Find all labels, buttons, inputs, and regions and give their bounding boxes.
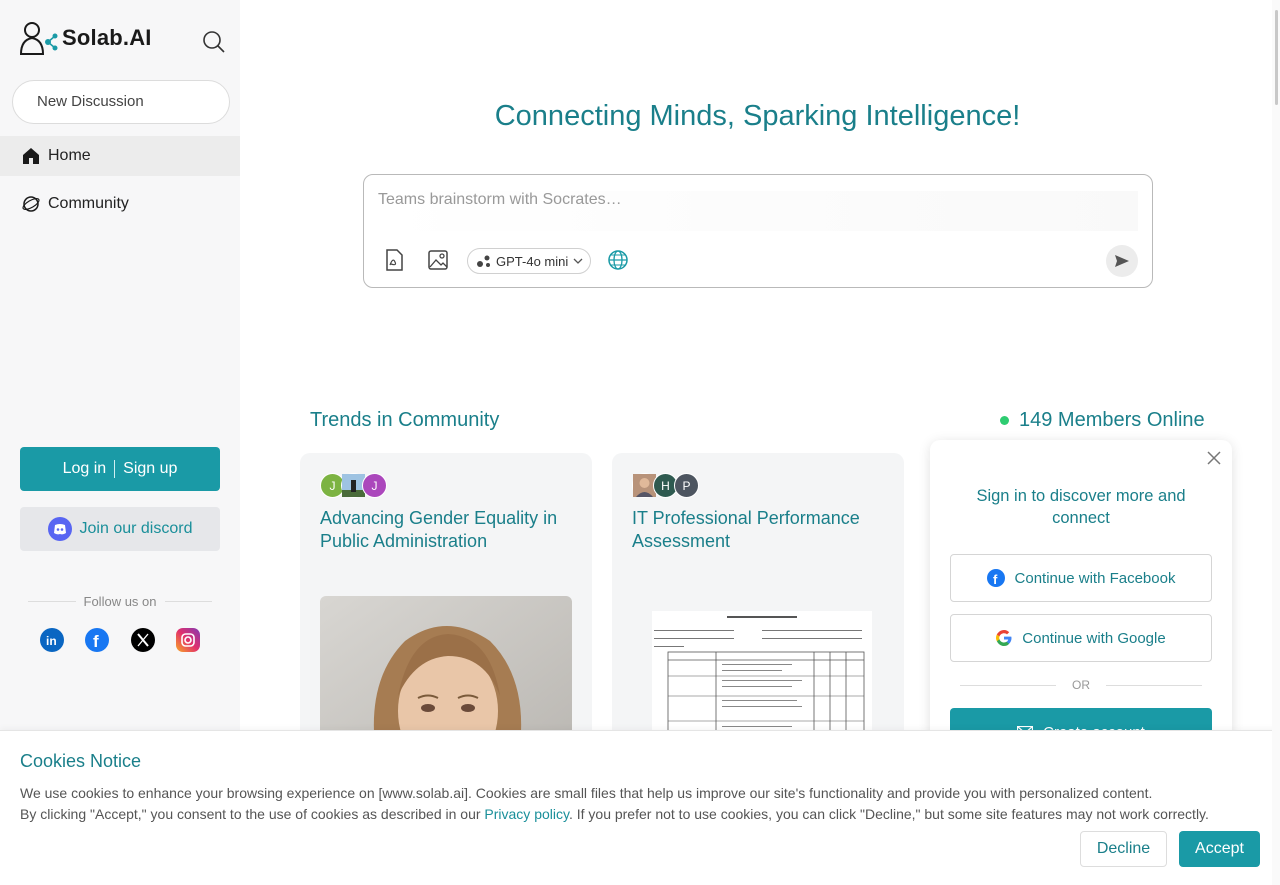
discord-button[interactable]: Join our discord xyxy=(20,507,220,551)
login-button[interactable]: Log in xyxy=(63,460,107,478)
send-icon xyxy=(1115,255,1129,267)
home-icon xyxy=(23,148,39,164)
decline-button[interactable]: Decline xyxy=(1080,831,1167,867)
facebook-icon: f xyxy=(986,569,1005,587)
online-dot xyxy=(1000,416,1009,425)
avatar: J xyxy=(362,473,387,498)
svg-text:f: f xyxy=(93,632,99,651)
model-icon xyxy=(477,255,490,267)
image-upload-icon[interactable] xyxy=(425,247,451,273)
prompt-box: Teams brainstorm with Socrates… GPT-4o m… xyxy=(363,174,1153,288)
or-divider: OR xyxy=(960,678,1202,692)
google-login-label: Continue with Google xyxy=(1022,629,1166,647)
new-discussion-button[interactable]: New Discussion xyxy=(12,80,230,124)
cookie-line-2-pre: By clicking "Accept," you consent to the… xyxy=(20,806,485,822)
model-label: GPT-4o mini xyxy=(496,253,569,269)
follow-label: Follow us on xyxy=(83,593,157,609)
cookie-line-2-post: . If you prefer not to use cookies, you … xyxy=(568,806,1209,822)
online-count: 149 Members Online xyxy=(1019,409,1205,431)
cookie-line-1: We use cookies to enhance your browsing … xyxy=(20,785,1153,801)
follow-us: Follow us on xyxy=(28,592,213,610)
sidebar-item-label: Home xyxy=(48,147,91,164)
web-search-icon[interactable] xyxy=(605,247,631,273)
scrollbar[interactable] xyxy=(1272,0,1280,885)
auth-button: Log in Sign up xyxy=(20,447,220,491)
card-title: Advancing Gender Equality in Public Admi… xyxy=(320,508,558,551)
sidebar-item-community[interactable]: Community xyxy=(0,184,240,224)
sidebar-item-home[interactable]: Home xyxy=(0,136,240,176)
logo[interactable]: Solab.AI xyxy=(18,18,230,58)
or-label: OR xyxy=(1072,678,1090,692)
popup-title: Sign in to discover more and connect xyxy=(976,487,1186,527)
signin-popup: Sign in to discover more and connect f C… xyxy=(930,440,1232,756)
send-button[interactable] xyxy=(1106,245,1138,277)
model-select[interactable]: GPT-4o mini xyxy=(467,248,591,274)
facebook-login-button[interactable]: f Continue with Facebook xyxy=(950,554,1212,602)
prompt-input[interactable]: Teams brainstorm with Socrates… xyxy=(378,191,1138,231)
social-links: in f xyxy=(40,628,200,652)
discord-label: Join our discord xyxy=(79,520,193,537)
svg-text:f: f xyxy=(993,572,998,587)
solab-logo-icon xyxy=(18,20,62,56)
members-online: 149 Members Online xyxy=(1000,409,1205,432)
sidebar-item-label: Community xyxy=(48,195,129,212)
avatar-group: J J xyxy=(320,473,387,498)
x-icon[interactable] xyxy=(130,628,155,652)
cookie-title: Cookies Notice xyxy=(20,751,142,771)
signup-button[interactable]: Sign up xyxy=(123,460,177,478)
facebook-login-label: Continue with Facebook xyxy=(1014,569,1176,587)
cookie-text: We use cookies to enhance your browsing … xyxy=(20,783,1260,825)
google-icon xyxy=(996,630,1012,646)
page-title: Connecting Minds, Sparking Intelligence! xyxy=(494,100,1021,132)
google-login-button[interactable]: Continue with Google xyxy=(950,614,1212,662)
cookie-banner: Cookies Notice We use cookies to enhance… xyxy=(0,730,1280,885)
avatar: P xyxy=(674,473,699,498)
facebook-icon[interactable]: f xyxy=(85,628,110,652)
planet-icon xyxy=(22,196,40,212)
search-icon[interactable] xyxy=(202,30,226,54)
chevron-down-icon xyxy=(573,258,583,264)
community-card[interactable]: J J Advancing Gender Equality in Public … xyxy=(300,453,592,753)
pdf-upload-icon[interactable] xyxy=(381,247,407,273)
accept-button[interactable]: Accept xyxy=(1179,831,1260,867)
trends-title: Trends in Community xyxy=(310,409,500,431)
privacy-policy-link[interactable]: Privacy policy xyxy=(484,806,569,822)
discord-icon xyxy=(47,517,72,541)
linkedin-icon[interactable]: in xyxy=(40,628,64,652)
avatar-group: H P xyxy=(632,473,699,498)
brand-name: Solab.AI xyxy=(62,25,152,50)
divider xyxy=(114,460,116,478)
scrollbar-thumb[interactable] xyxy=(1275,10,1278,105)
close-icon[interactable] xyxy=(1206,450,1222,466)
community-card[interactable]: H P IT Professional Performance Assessme… xyxy=(612,453,904,753)
instagram-icon[interactable] xyxy=(175,628,200,652)
svg-text:in: in xyxy=(46,634,57,648)
card-title: IT Professional Performance Assessment xyxy=(632,508,860,551)
cookie-line-2: By clicking "Accept," you consent to the… xyxy=(20,804,1260,825)
